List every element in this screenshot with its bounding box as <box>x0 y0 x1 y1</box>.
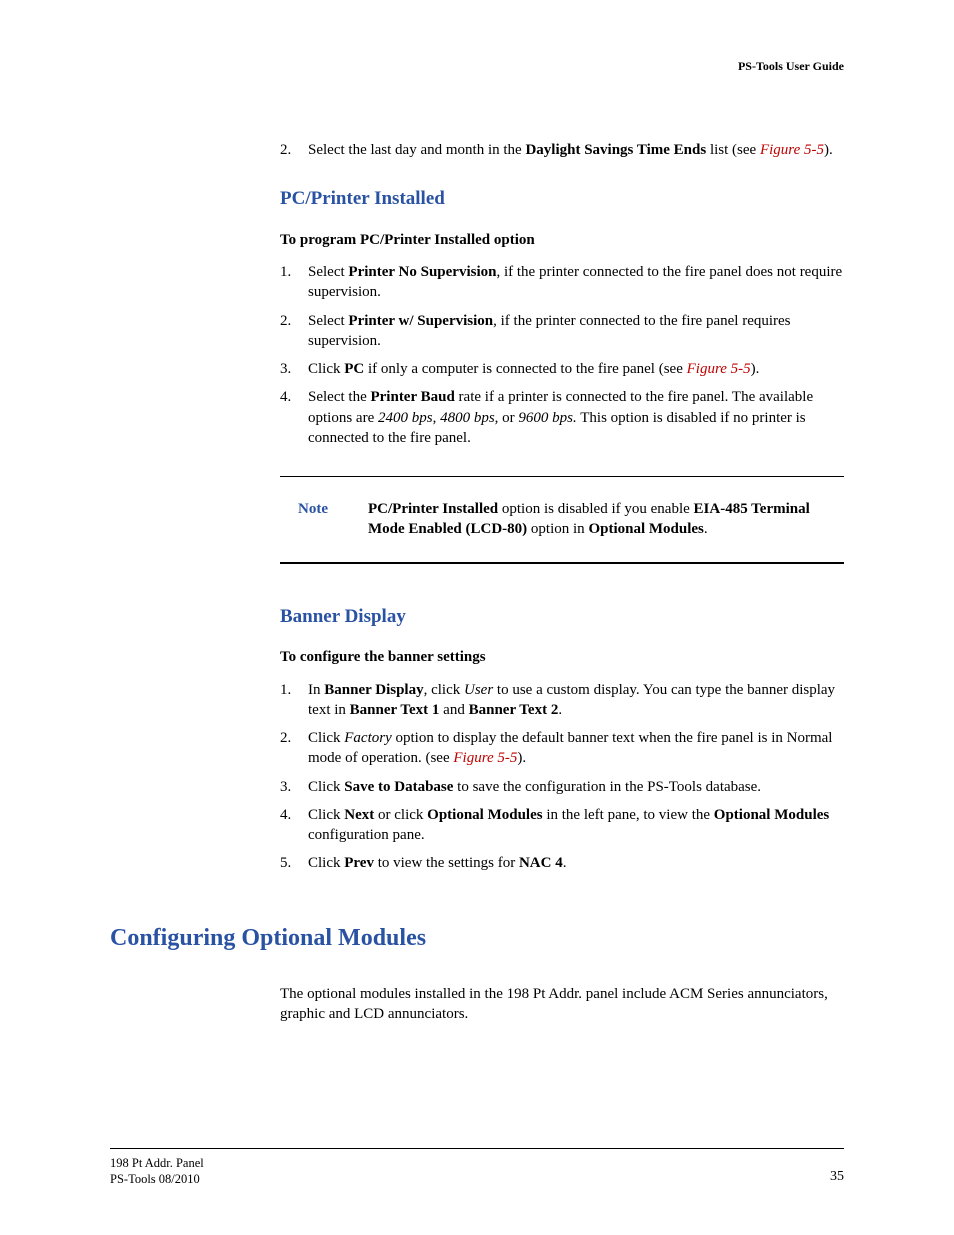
subheading: To configure the banner settings <box>280 647 844 667</box>
note-label: Note <box>280 499 368 540</box>
page: PS-Tools User Guide 2. Select the last d… <box>0 0 954 1235</box>
list-item: 2. Click Factory option to display the d… <box>280 728 844 769</box>
subheading: To program PC/Printer Installed option <box>280 230 844 250</box>
figure-ref[interactable]: Figure 5-5 <box>687 361 751 377</box>
list-item: 2. Select the last day and month in the … <box>280 140 844 160</box>
list-item: 3. Click PC if only a computer is connec… <box>280 359 844 379</box>
list-item: 5. Click Prev to view the settings for N… <box>280 853 844 873</box>
heading-optional-modules: Configuring Optional Modules <box>110 922 844 954</box>
list-item: 2. Select Printer w/ Supervision, if the… <box>280 311 844 352</box>
note-block: Note PC/Printer Installed option is disa… <box>280 476 844 564</box>
figure-ref[interactable]: Figure 5-5 <box>760 142 824 158</box>
header-doc-title: PS-Tools User Guide <box>738 58 844 74</box>
item-number: 2. <box>280 140 308 160</box>
list-item: 4. Click Next or click Optional Modules … <box>280 805 844 846</box>
page-footer: 198 Pt Addr. Panel PS-Tools 08/2010 35 <box>110 1148 844 1188</box>
list-item: 3. Click Save to Database to save the co… <box>280 777 844 797</box>
footer-left: 198 Pt Addr. Panel PS-Tools 08/2010 <box>110 1155 204 1188</box>
heading-banner: Banner Display <box>280 604 844 630</box>
note-text: PC/Printer Installed option is disabled … <box>368 499 844 540</box>
banner-list: 1. In Banner Display, click User to use … <box>280 680 844 874</box>
heading-pc-printer: PC/Printer Installed <box>280 186 844 212</box>
list-item: 1. In Banner Display, click User to use … <box>280 680 844 721</box>
list-item: 4. Select the Printer Baud rate if a pri… <box>280 387 844 448</box>
optmod-body: The optional modules installed in the 19… <box>280 984 844 1025</box>
item-text: Select the last day and month in the Day… <box>308 140 844 160</box>
page-number: 35 <box>830 1168 844 1187</box>
dst-list: 2. Select the last day and month in the … <box>280 140 844 160</box>
paragraph: The optional modules installed in the 19… <box>280 984 844 1025</box>
list-item: 1. Select Printer No Supervision, if the… <box>280 262 844 303</box>
body-content: 2. Select the last day and month in the … <box>280 140 844 874</box>
pcprinter-list: 1. Select Printer No Supervision, if the… <box>280 262 844 448</box>
figure-ref[interactable]: Figure 5-5 <box>453 750 517 766</box>
